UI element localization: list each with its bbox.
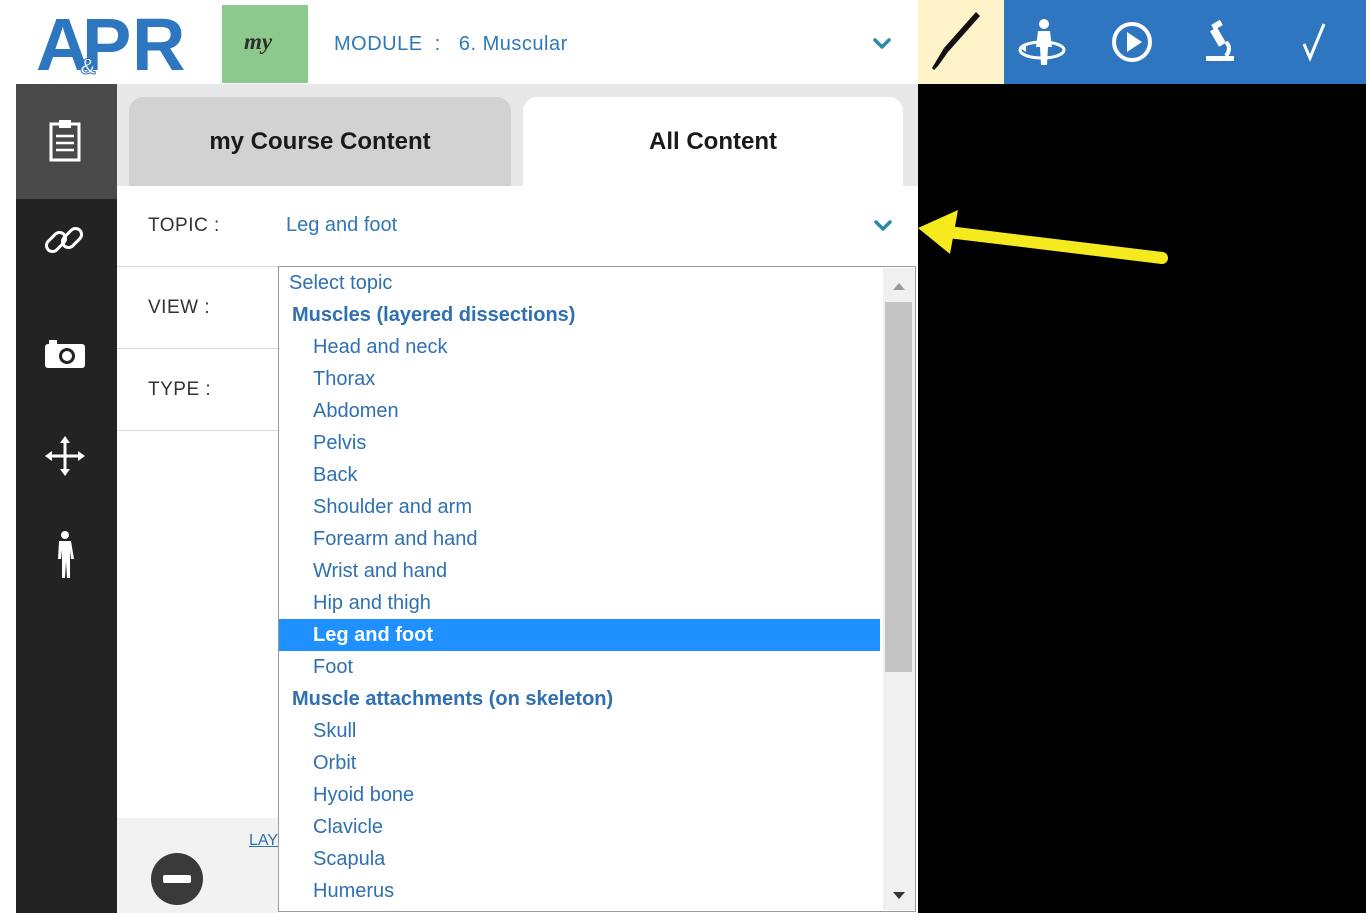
toolbar [1004,0,1366,84]
sidebar [16,84,117,913]
dropdown-option[interactable]: Foot [279,651,880,683]
scroll-down-icon[interactable] [883,884,915,908]
annotation-arrow-icon [918,210,1168,264]
body-icon[interactable] [37,526,93,582]
view-label: VIEW : [148,297,211,318]
tab-my-course-content[interactable]: my Course Content [129,97,511,186]
rotate-body-icon[interactable] [1012,12,1072,72]
chevron-down-icon[interactable] [868,30,896,58]
dropdown-option[interactable]: Head and neck [279,331,880,363]
my-label: my [244,29,273,54]
move-icon[interactable] [37,428,93,484]
sidebar-margin [0,84,16,913]
dropdown-option[interactable]: Humerus [279,875,880,907]
tab-all-content[interactable]: All Content [523,97,903,186]
dropdown-option-selected[interactable]: Leg and foot [279,619,880,651]
dropdown-optgroup: Muscles (layered dissections) [292,304,576,326]
dropdown-option[interactable]: Scapula [279,843,880,875]
module-select[interactable]: MODULE : 6. Muscular [334,33,568,56]
apr-logo: A R P & [36,8,190,78]
scroll-up-icon[interactable] [883,272,915,296]
layer-link[interactable]: LAY [249,832,278,850]
clipboard-icon [49,120,81,162]
dropdown-option[interactable]: Hyoid bone [279,779,880,811]
dropdown-option[interactable]: Wrist and hand [279,555,880,587]
sidebar-item-content[interactable] [16,84,117,199]
dropdown-option[interactable]: Hip and thigh [279,587,880,619]
type-label: TYPE : [148,379,212,400]
tab-label: my Course Content [209,128,431,155]
minus-icon [163,875,191,883]
check-icon[interactable] [1284,12,1344,72]
scalpel-icon [932,12,980,70]
dropdown-option[interactable]: Pelvis [279,427,880,459]
link-icon[interactable] [37,214,93,270]
my-content-button[interactable]: my [222,5,308,83]
dropdown-option[interactable]: Orbit [279,747,880,779]
play-icon[interactable] [1102,12,1162,72]
dropdown-option[interactable]: Skull [279,715,880,747]
tab-label: All Content [649,128,777,155]
dissect-tool-button[interactable] [918,0,1004,84]
topic-label: TOPIC : [148,215,220,236]
divider [117,430,278,431]
dropdown-option-placeholder[interactable]: Select topic [279,267,880,299]
dropdown-option[interactable]: Forearm and hand [279,523,880,555]
dropdown-option[interactable]: Clavicle [279,811,880,843]
dropdown-option[interactable]: Back [279,459,880,491]
dropdown-optgroup: Muscle attachments (on skeleton) [292,688,614,710]
topic-select[interactable]: Leg and foot [286,214,397,237]
svg-text:R: R [132,8,184,78]
camera-icon[interactable] [37,326,93,382]
chevron-down-icon[interactable] [869,212,897,240]
svg-text:&: & [80,54,96,78]
microscope-icon[interactable] [1190,12,1250,72]
divider [117,266,278,267]
dropdown-option[interactable]: Thorax [279,363,880,395]
dropdown-option[interactable]: Shoulder and arm [279,491,880,523]
divider [117,348,278,349]
scrollbar-thumb[interactable] [885,302,912,672]
topic-dropdown-list[interactable]: Select topic Muscles (layered dissection… [278,266,916,912]
dropdown-option[interactable]: Abdomen [279,395,880,427]
